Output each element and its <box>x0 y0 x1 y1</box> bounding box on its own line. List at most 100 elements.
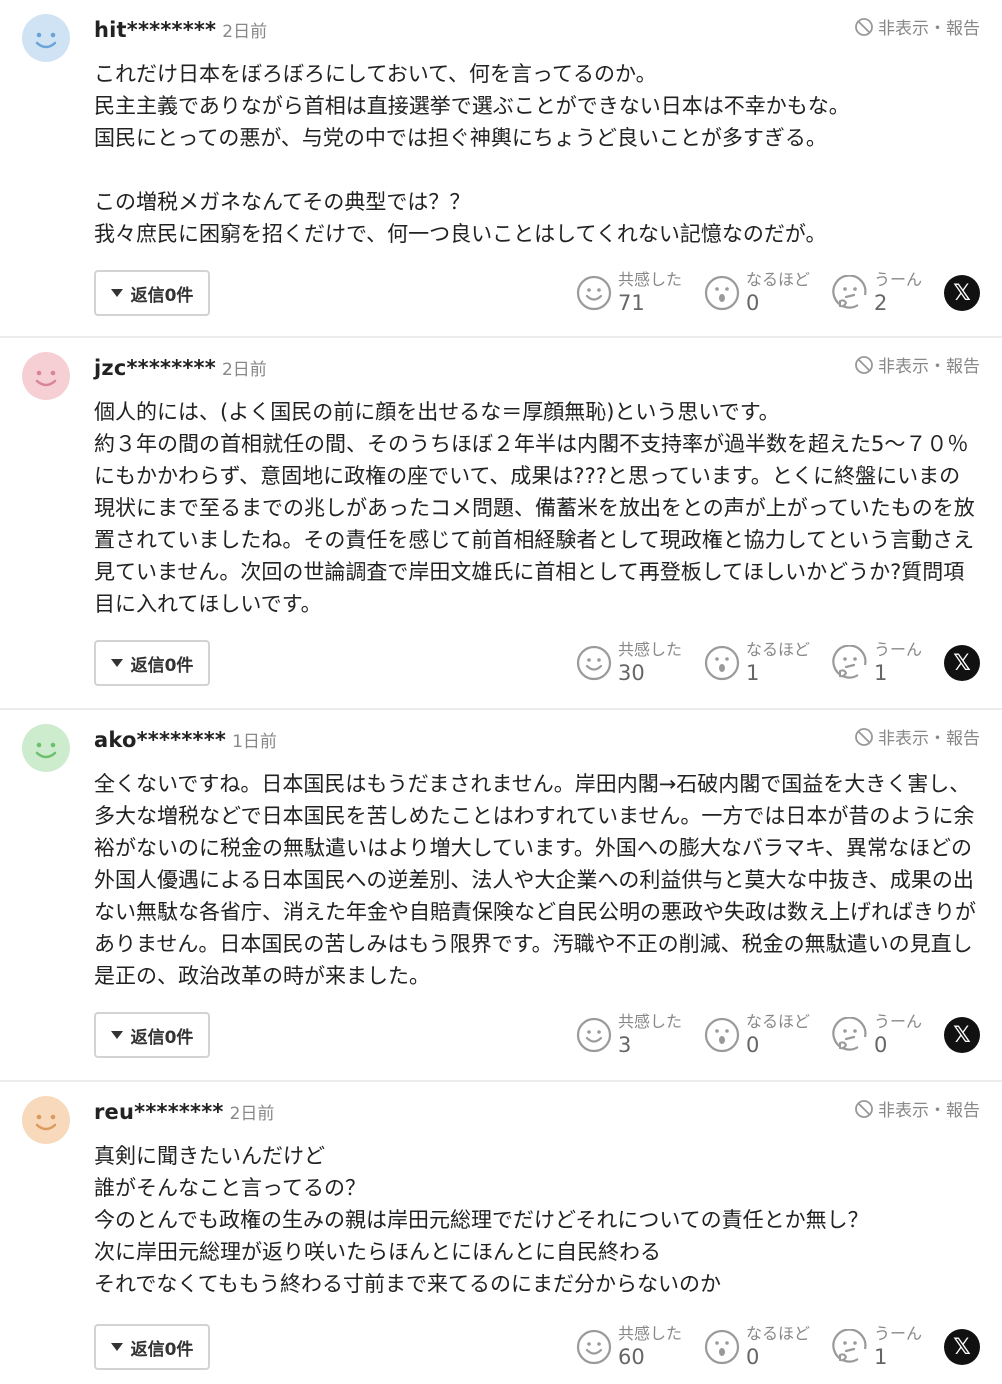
smile-face-icon <box>576 275 612 311</box>
insight-button[interactable]: なるほど 0 <box>704 1012 810 1058</box>
surprised-face-icon <box>704 1329 740 1365</box>
block-icon <box>855 355 873 374</box>
agree-label: 共感した <box>617 1012 682 1031</box>
reply-count: 0件 <box>164 285 194 306</box>
hmm-label: うーん <box>873 1012 922 1031</box>
smile-face-icon <box>576 1329 612 1365</box>
agree-count: 71 <box>617 291 645 315</box>
agree-button[interactable]: 共感した 71 <box>576 270 682 316</box>
hmm-label: うーん <box>873 270 922 289</box>
reply-label: 返信 <box>130 1027 165 1048</box>
hmm-count: 0 <box>873 1033 888 1057</box>
agree-button[interactable]: 共感した 60 <box>576 1324 682 1370</box>
username[interactable]: jzc******** <box>94 356 216 380</box>
reply-count: 0件 <box>164 1027 194 1048</box>
agree-label: 共感した <box>617 640 682 659</box>
insight-label: なるほど <box>745 270 810 289</box>
comment-body: 真剣に聞きたいんだけど 誰がそんなこと言ってるの？ 今のとんでも政権の生みの親は… <box>94 1144 869 1296</box>
hmm-button[interactable]: うーん 1 <box>832 640 922 686</box>
hide-report-label: 非表示・報告 <box>878 357 980 377</box>
hide-report-label: 非表示・報告 <box>878 19 980 39</box>
agree-label: 共感した <box>617 270 682 289</box>
timestamp: 2日前 <box>222 22 268 42</box>
hide-report-link[interactable]: 非表示・報告 <box>854 14 980 39</box>
reply-button[interactable]: 返信0件 <box>94 640 210 686</box>
thinking-face-icon <box>832 1329 867 1363</box>
surprised-face-icon <box>704 645 740 681</box>
comment-header: jzc******** 2日前 <box>94 354 267 384</box>
avatar[interactable] <box>22 14 70 62</box>
triangle-down-icon <box>110 659 123 667</box>
hide-report-link[interactable]: 非表示・報告 <box>854 1096 980 1121</box>
timestamp: 2日前 <box>221 360 267 380</box>
reply-button[interactable]: 返信0件 <box>94 1324 210 1370</box>
x-share-button[interactable]: 𝕏 <box>944 645 980 681</box>
insight-button[interactable]: なるほど 1 <box>704 640 810 686</box>
comment-body: これだけ日本をぼろぼろにしておいて、何を言ってるのか。 民主主義でありながら首相… <box>94 62 850 246</box>
hmm-count: 1 <box>873 1345 888 1369</box>
agree-label: 共感した <box>617 1324 682 1343</box>
thinking-face-icon <box>832 1017 867 1051</box>
thinking-face-icon <box>832 645 867 679</box>
reply-count: 0件 <box>164 655 194 676</box>
reactions: 共感した 3 なるほど 0 うーん 0 𝕏 <box>576 1010 980 1060</box>
surprised-face-icon <box>704 275 740 311</box>
avatar[interactable] <box>22 352 70 400</box>
comment-header: reu******** 2日前 <box>94 1098 274 1128</box>
reply-button[interactable]: 返信0件 <box>94 270 210 316</box>
x-logo-icon: 𝕏 <box>953 1022 971 1048</box>
hide-report-link[interactable]: 非表示・報告 <box>854 724 980 749</box>
reactions: 共感した 30 なるほど 1 うーん 1 𝕏 <box>576 638 980 688</box>
reactions: 共感した 71 なるほど 0 うーん 2 𝕏 <box>576 268 980 318</box>
agree-button[interactable]: 共感した 30 <box>576 640 682 686</box>
reply-label: 返信 <box>130 1339 165 1360</box>
x-share-button[interactable]: 𝕏 <box>944 275 980 311</box>
username[interactable]: hit******** <box>94 18 216 42</box>
insight-count: 0 <box>745 291 760 315</box>
avatar[interactable] <box>22 724 70 772</box>
insight-button[interactable]: なるほど 0 <box>704 270 810 316</box>
username[interactable]: reu******** <box>94 1100 224 1124</box>
hmm-count: 2 <box>873 291 888 315</box>
hmm-button[interactable]: うーん 0 <box>832 1012 922 1058</box>
agree-button[interactable]: 共感した 3 <box>576 1012 682 1058</box>
avatar[interactable] <box>22 1096 70 1144</box>
hmm-button[interactable]: うーん 1 <box>832 1324 922 1370</box>
agree-count: 30 <box>617 661 645 685</box>
username[interactable]: ako******** <box>94 728 226 752</box>
comment-card: reu******** 2日前 非表示・報告 真剣に聞きたいんだけど 誰がそんなこ… <box>0 1082 1002 1384</box>
x-share-button[interactable]: 𝕏 <box>944 1017 980 1053</box>
comment-header: ako******** 1日前 <box>94 726 277 756</box>
x-logo-icon: 𝕏 <box>953 650 971 676</box>
comment-body: 全くないですね。日本国民はもうだまされません。岸田内閣→石破内閣で国益を大きく害… <box>94 772 976 988</box>
hmm-count: 1 <box>873 661 888 685</box>
surprised-face-icon <box>704 1017 740 1053</box>
hmm-label: うーん <box>873 640 922 659</box>
triangle-down-icon <box>110 289 123 297</box>
reactions: 共感した 60 なるほど 0 うーん 1 𝕏 <box>576 1322 980 1372</box>
comment-card: ako******** 1日前 非表示・報告 全くないですね。日本国民はもうだまさ… <box>0 710 1002 1082</box>
hide-report-link[interactable]: 非表示・報告 <box>854 352 980 377</box>
insight-button[interactable]: なるほど 0 <box>704 1324 810 1370</box>
hide-report-label: 非表示・報告 <box>878 729 980 749</box>
insight-label: なるほど <box>745 1324 810 1343</box>
triangle-down-icon <box>110 1343 123 1351</box>
insight-count: 1 <box>745 661 760 685</box>
agree-count: 3 <box>617 1033 632 1057</box>
x-logo-icon: 𝕏 <box>953 280 971 306</box>
x-logo-icon: 𝕏 <box>953 1334 971 1360</box>
insight-count: 0 <box>745 1345 760 1369</box>
hmm-button[interactable]: うーん 2 <box>832 270 922 316</box>
x-share-button[interactable]: 𝕏 <box>944 1329 980 1365</box>
reply-button[interactable]: 返信0件 <box>94 1012 210 1058</box>
insight-label: なるほど <box>745 1012 810 1031</box>
smile-face-icon <box>576 645 612 681</box>
insight-count: 0 <box>745 1033 760 1057</box>
reply-count: 0件 <box>164 1339 194 1360</box>
comment-card: jzc******** 2日前 非表示・報告 個人的には、(よく国民の前に顔を出せ… <box>0 338 1002 710</box>
comment-card: hit******** 2日前 非表示・報告 これだけ日本をぼろぼろにしておいて、… <box>0 0 1002 338</box>
thinking-face-icon <box>832 275 867 309</box>
block-icon <box>855 17 873 36</box>
comment-body: 個人的には、(よく国民の前に顔を出せるな＝厚顔無恥)という思いです。 約３年の間… <box>94 400 975 616</box>
block-icon <box>855 727 873 746</box>
